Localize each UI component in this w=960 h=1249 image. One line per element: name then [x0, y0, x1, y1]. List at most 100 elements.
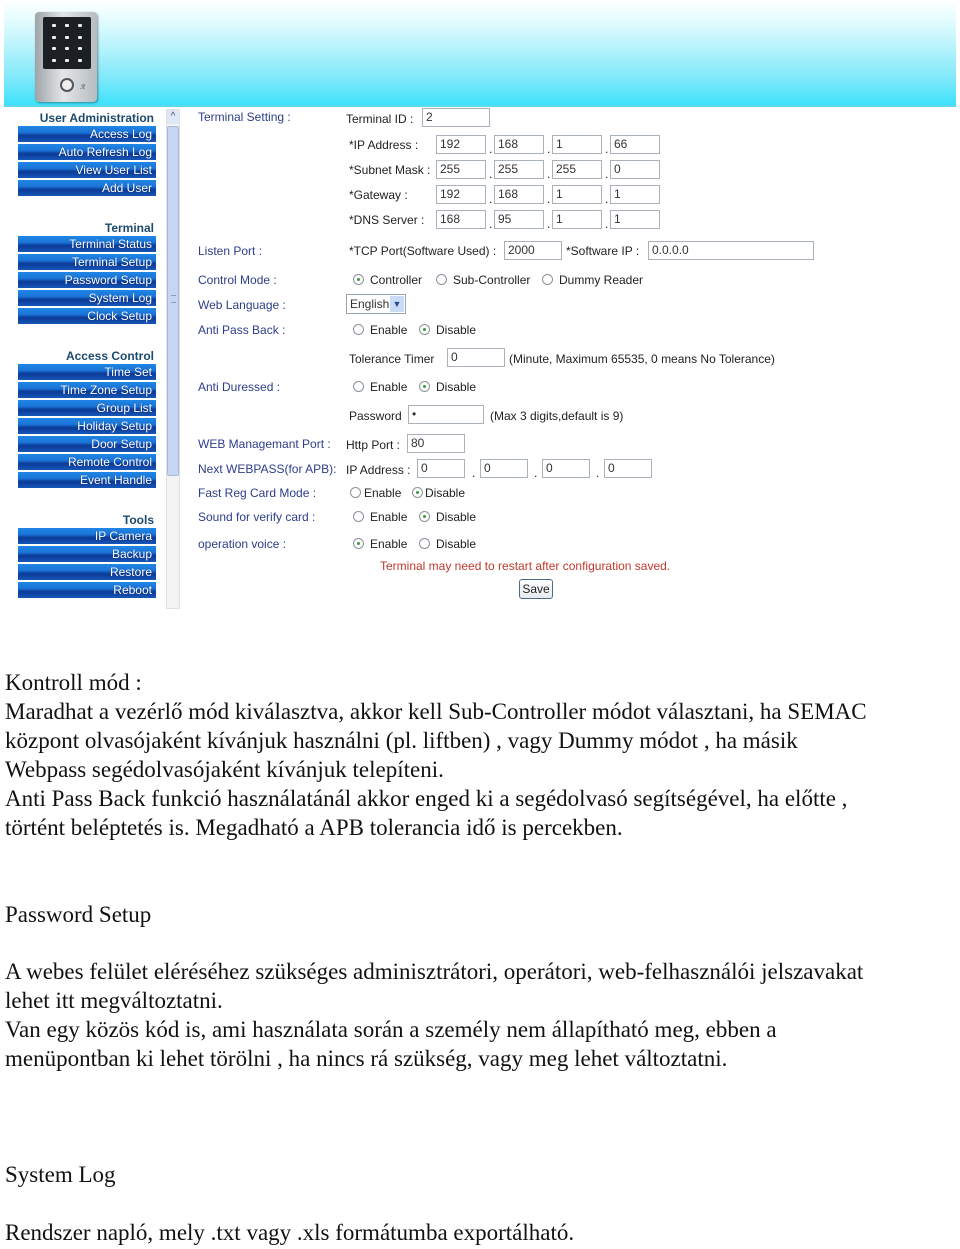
sidebar-group-terminal: Terminal Terminal Status Terminal Setup … [18, 220, 156, 324]
sidebar-item-holiday-setup[interactable]: Holiday Setup [18, 418, 156, 434]
fast-reg-card-label: Fast Reg Card Mode : [198, 486, 317, 500]
scroll-thumb[interactable] [167, 126, 179, 476]
control-mode-option-controller: Controller [370, 273, 423, 287]
ip-address-octet-2[interactable]: 168 [494, 135, 544, 154]
password-setup-heading: Password Setup [5, 902, 152, 927]
sidebar-item-remote-control[interactable]: Remote Control [18, 454, 156, 470]
radio-fastreg-disable[interactable] [412, 487, 423, 498]
next-ip-octet-4[interactable]: 0 [604, 459, 652, 478]
sidebar-item-ip-camera[interactable]: IP Camera [18, 528, 156, 544]
chevron-down-icon[interactable]: ▼ [390, 296, 404, 312]
next-ip-octet-2[interactable]: 0 [480, 459, 528, 478]
radio-duress-disable[interactable] [419, 381, 430, 392]
paragraph-line: menüpontban ki lehet törölni , ha nincs … [5, 1046, 728, 1071]
sidebar-group-title: Tools [122, 513, 154, 527]
voice-enable-label: Enable [370, 537, 408, 551]
device-button-icon [60, 78, 74, 92]
paragraph-line: Kontroll mód : [5, 670, 142, 695]
paragraph-line: Van egy közös kód is, ami használata sor… [5, 1017, 777, 1042]
sidebar-group-tools: Tools IP Camera Backup Restore Reboot [18, 512, 156, 598]
dns-octet-2[interactable]: 95 [494, 210, 544, 229]
apb-enable-label: Enable [370, 323, 408, 337]
radio-sound-disable[interactable] [419, 511, 430, 522]
radio-apb-disable[interactable] [419, 324, 430, 335]
sidebar-item-terminal-status[interactable]: Terminal Status [18, 236, 156, 252]
subnet-mask-octet-1[interactable]: 255 [436, 160, 486, 179]
web-management-port-label: WEB Managemant Port : [198, 437, 331, 451]
paragraph-line: Anti Pass Back funkció használatánál akk… [5, 786, 848, 811]
sidebar-item-reboot[interactable]: Reboot [18, 582, 156, 598]
ip-dot: . [605, 167, 609, 181]
gateway-octet-4[interactable]: 1 [610, 185, 660, 204]
radio-sub-controller[interactable] [436, 274, 447, 285]
sidebar-item-group-list[interactable]: Group List [18, 400, 156, 416]
scroll-up-icon[interactable]: ^ [167, 110, 179, 124]
save-button[interactable]: Save [519, 579, 553, 599]
sound-verify-card-label: Sound for verify card : [198, 510, 316, 524]
dns-octet-4[interactable]: 1 [610, 210, 660, 229]
tcp-port-input[interactable]: 2000 [504, 241, 562, 260]
ip-address-octet-1[interactable]: 192 [436, 135, 486, 154]
gateway-octet-3[interactable]: 1 [552, 185, 602, 204]
radio-sound-enable[interactable] [353, 511, 364, 522]
terminal-id-input[interactable]: 2 [422, 108, 490, 127]
ip-dot: . [605, 192, 609, 206]
paragraph-line: Maradhat a vezérlő mód kiválasztva, akko… [5, 699, 867, 724]
ip-dot: . [596, 466, 600, 480]
system-log-text: Rendszer napló, mely .txt vagy .xls form… [5, 1220, 575, 1245]
radio-voice-disable[interactable] [419, 538, 430, 549]
sidebar-item-backup[interactable]: Backup [18, 546, 156, 562]
sidebar-item-terminal-setup[interactable]: Terminal Setup [18, 254, 156, 270]
next-ip-octet-1[interactable]: 0 [417, 459, 465, 478]
anti-pass-back-label: Anti Pass Back : [198, 323, 286, 337]
ip-address-label: *IP Address : [349, 138, 419, 152]
next-webpass-label: Next WEBPASS(for APB): [198, 462, 337, 476]
device-logo: ℛ [80, 85, 85, 91]
http-port-input[interactable]: 80 [407, 434, 465, 453]
sidebar-item-restore[interactable]: Restore [18, 564, 156, 580]
software-ip-label: *Software IP : [566, 244, 640, 258]
sidebar-item-password-setup[interactable]: Password Setup [18, 272, 156, 288]
next-ip-octet-3[interactable]: 0 [542, 459, 590, 478]
duress-disable-label: Disable [436, 380, 477, 394]
sidebar-item-door-setup[interactable]: Door Setup [18, 436, 156, 452]
next-ip-label: IP Address : [346, 463, 411, 477]
software-ip-input[interactable]: 0.0.0.0 [648, 241, 814, 260]
dns-octet-3[interactable]: 1 [552, 210, 602, 229]
sidebar-item-system-log[interactable]: System Log [18, 290, 156, 306]
sidebar-scrollbar[interactable]: ^ [166, 109, 180, 609]
radio-apb-enable[interactable] [353, 324, 364, 335]
sidebar-item-auto-refresh-log[interactable]: Auto Refresh Log [18, 144, 156, 160]
listen-port-label: Listen Port : [198, 244, 263, 258]
duress-enable-label: Enable [370, 380, 408, 394]
dns-octet-1[interactable]: 168 [436, 210, 486, 229]
ip-address-octet-4[interactable]: 66 [610, 135, 660, 154]
sidebar-item-clock-setup[interactable]: Clock Setup [18, 308, 156, 324]
sidebar-item-access-log[interactable]: Access Log [18, 126, 156, 142]
tolerance-timer-input[interactable]: 0 [447, 348, 505, 367]
sidebar-group-title: User Administration [39, 111, 154, 125]
radio-controller[interactable] [353, 274, 364, 285]
ip-dot: . [605, 142, 609, 156]
paragraph-line: lehet itt megváltoztatni. [5, 988, 223, 1013]
sidebar-item-add-user[interactable]: Add User [18, 180, 156, 196]
sidebar-item-event-handle[interactable]: Event Handle [18, 472, 156, 488]
access-terminal-device-image: ℛ [35, 12, 97, 102]
radio-fastreg-enable[interactable] [350, 487, 361, 498]
sidebar-item-time-zone-setup[interactable]: Time Zone Setup [18, 382, 156, 398]
web-language-select[interactable]: English ▼ [346, 294, 406, 314]
subnet-mask-octet-4[interactable]: 0 [610, 160, 660, 179]
gateway-octet-1[interactable]: 192 [436, 185, 486, 204]
radio-dummy-reader[interactable] [542, 274, 553, 285]
password-label: Password [349, 409, 402, 423]
subnet-mask-octet-3[interactable]: 255 [552, 160, 602, 179]
sidebar-item-time-set[interactable]: Time Set [18, 364, 156, 380]
sidebar-item-view-user-list[interactable]: View User List [18, 162, 156, 178]
radio-duress-enable[interactable] [353, 381, 364, 392]
duress-password-input[interactable]: • [408, 405, 484, 424]
subnet-mask-octet-2[interactable]: 255 [494, 160, 544, 179]
ip-address-octet-3[interactable]: 1 [552, 135, 602, 154]
http-port-label: Http Port : [346, 438, 401, 452]
radio-voice-enable[interactable] [353, 538, 364, 549]
gateway-octet-2[interactable]: 168 [494, 185, 544, 204]
